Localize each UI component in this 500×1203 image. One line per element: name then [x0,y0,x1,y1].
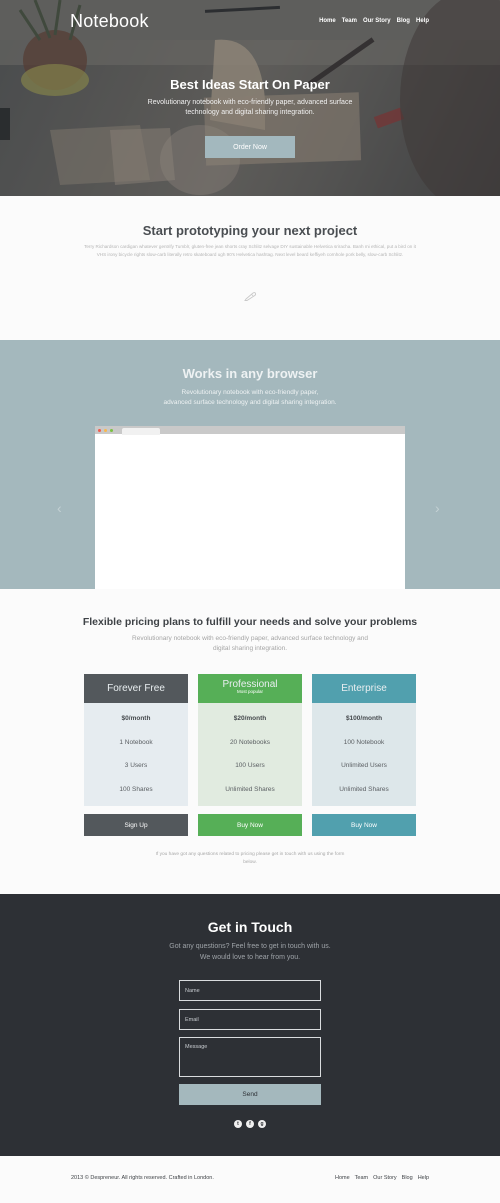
plan-name: Professional [222,679,278,690]
hero-section: Notebook Home Team Our Story Blog Help B… [0,0,500,196]
prototype-title: Start prototyping your next project [142,223,358,238]
hero-subtitle: Revolutionary notebook with eco-friendly… [147,99,353,116]
nav-team[interactable]: Team [342,18,357,24]
plan-features: $0/month 1 Notebook 3 Users 100 Shares [84,703,188,806]
pricing-section: Flexible pricing plans to fulfill your n… [0,589,500,894]
maximize-dot-icon [110,429,113,432]
pricing-title: Flexible pricing plans to fulfill your n… [82,616,418,628]
plan-feature: 1 Notebook [119,738,153,746]
close-dot-icon [98,429,101,432]
plan-feature: Unlimited Shares [339,785,389,793]
plan-features: $20/month 20 Notebooks 100 Users Unlimit… [198,703,302,806]
copyright: 2013 © Despreneur. All rights reserved. … [71,1175,214,1181]
browser-mockup [95,426,405,589]
plan-card-professional: Professional Most popular $20/month 20 N… [198,674,302,836]
footer-nav-team[interactable]: Team [355,1175,368,1181]
nav-blog[interactable]: Blog [397,18,410,24]
browser-section: Works in any browser Revolutionary noteb… [0,340,500,589]
plan-header: Forever Free [84,674,188,703]
plan-feature: 100 Notebook [343,738,385,746]
plan-feature: 20 Notebooks [229,738,271,746]
plan-card-enterprise: Enterprise $100/month 100 Notebook Unlim… [312,674,416,836]
google-plus-icon[interactable]: g [258,1120,266,1128]
contact-intro-line1: Got any questions? Feel free to get in t… [169,943,331,950]
carousel-next-icon[interactable]: › [435,500,440,516]
prototype-body: Terry Richardson cardigan whatever gentr… [84,244,416,257]
plan-price: $0/month [121,715,151,722]
most-popular-badge: Most popular [236,689,263,694]
facebook-icon[interactable]: f [246,1120,254,1128]
contact-title: Get in Touch [207,919,293,935]
prototype-section: Start prototyping your next project Terr… [0,196,500,340]
logo[interactable]: Notebook [70,11,149,32]
plan-header: Enterprise [312,674,416,703]
footer: 2013 © Despreneur. All rights reserved. … [0,1156,500,1203]
contact-intro: Got any questions? Feel free to get in t… [140,941,360,963]
name-field[interactable] [179,980,321,1001]
nav-our-story[interactable]: Our Story [363,18,391,24]
footer-nav-help[interactable]: Help [418,1175,429,1181]
hero-title: Best Ideas Start On Paper [170,77,330,92]
pricing-subtitle: Revolutionary notebook with eco-friendly… [132,635,368,652]
browser-subtitle: Revolutionary notebook with eco-friendly… [130,388,370,408]
send-button[interactable]: Send [179,1084,321,1105]
browser-mockup-tab [122,428,160,435]
footer-nav: Home Team Our Story Blog Help [335,1175,429,1181]
browser-subtitle-line1: Revolutionary notebook with eco-friendly… [181,389,319,396]
buy-now-professional-button[interactable]: Buy Now [198,814,302,836]
contact-section: Get in Touch Got any questions? Feel fre… [0,894,500,1156]
plan-header: Professional Most popular [198,674,302,703]
twitter-icon[interactable]: t [234,1120,242,1128]
social-links: t f g [234,1120,266,1128]
plan-feature: Unlimited Users [341,762,387,769]
footer-nav-our-story[interactable]: Our Story [373,1175,397,1181]
plan-feature: 100 Shares [119,785,153,793]
contact-intro-line2: We would love to hear from you. [199,954,301,961]
top-nav: Home Team Our Story Blog Help [319,18,429,24]
plan-features: $100/month 100 Notebook Unlimited Users … [312,703,416,806]
buy-now-enterprise-button[interactable]: Buy Now [312,814,416,836]
pricing-note: If you have got any questions related to… [155,852,345,865]
plan-price: $100/month [345,715,383,722]
browser-title: Works in any browser [182,366,318,381]
plan-feature: Unlimited Shares [225,785,275,793]
plan-price: $20/month [233,715,267,722]
nav-home[interactable]: Home [319,18,336,24]
sign-up-button[interactable]: Sign Up [84,814,188,836]
footer-nav-home[interactable]: Home [335,1175,350,1181]
footer-nav-blog[interactable]: Blog [402,1175,413,1181]
nav-help[interactable]: Help [416,18,429,24]
carousel-prev-icon[interactable]: ‹ [57,500,62,516]
plan-feature: 3 Users [124,762,148,769]
message-field[interactable] [179,1037,321,1077]
plan-card-free: Forever Free $0/month 1 Notebook 3 Users… [84,674,188,836]
email-field[interactable] [179,1009,321,1030]
pencil-icon [244,292,257,301]
minimize-dot-icon [104,429,107,432]
browser-subtitle-line2: advanced surface technology and digital … [163,399,337,406]
plan-feature: 100 Users [235,762,265,769]
plan-name: Forever Free [107,683,165,694]
plan-name: Enterprise [341,683,387,694]
order-now-button[interactable]: Order Now [205,136,295,158]
